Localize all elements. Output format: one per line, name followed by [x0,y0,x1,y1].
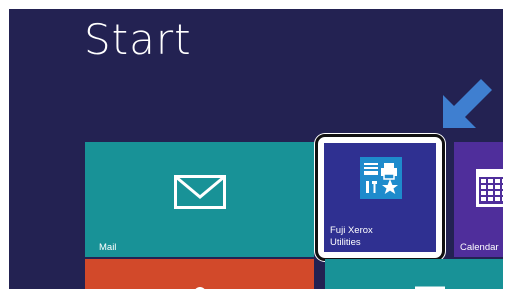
fuji-xerox-utilities-tile-face: Fuji Xerox Utilities [324,143,436,252]
fuji-label-line-1: Fuji Xerox [330,225,373,236]
calendar-tile-label: Calendar [460,242,499,253]
teal-tile[interactable] [325,259,503,289]
page-title: Start [84,15,192,64]
fuji-xerox-utilities-tile[interactable]: Fuji Xerox Utilities [315,134,445,261]
calendar-icon [476,169,503,207]
calendar-tile[interactable]: Calendar [454,142,503,257]
mail-tile[interactable]: Mail [85,142,314,257]
fuji-label-line-2: Utilities [330,237,361,248]
envelope-icon [174,175,226,209]
start-screen: Start Mail Fuji Xerox Utilities Calendar [9,9,503,289]
tile-icon-partial [195,287,205,289]
pointer-arrow-icon [443,79,492,128]
orange-tile[interactable] [85,259,314,289]
fuji-xerox-utilities-icon [360,157,402,199]
tile-icon-partial [415,286,445,289]
mail-tile-label: Mail [99,242,117,253]
fuji-xerox-utilities-label: Fuji Xerox Utilities [330,225,373,249]
